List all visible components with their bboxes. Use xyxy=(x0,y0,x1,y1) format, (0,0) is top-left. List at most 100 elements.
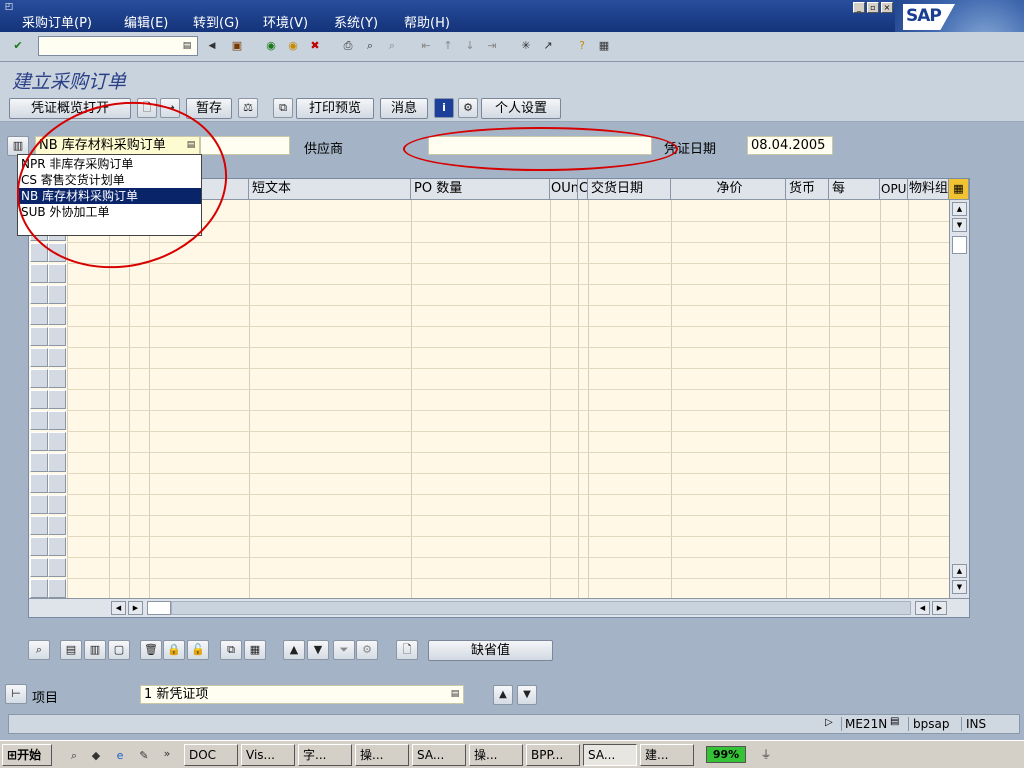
row-selector[interactable] xyxy=(30,579,48,598)
row-selector[interactable] xyxy=(30,537,48,556)
vendor-input[interactable] xyxy=(428,136,652,155)
task-zi[interactable]: 字... xyxy=(298,744,352,766)
help-icon[interactable]: ? xyxy=(573,37,591,55)
row-selector[interactable] xyxy=(30,495,48,514)
lock-icon[interactable]: 🔒 xyxy=(163,640,185,660)
first-page-icon[interactable]: ⇤ xyxy=(417,37,435,55)
new-session-icon[interactable]: ✳ xyxy=(517,37,535,55)
row-selector-secondary[interactable] xyxy=(48,348,66,367)
details-icon[interactable]: ⌕ xyxy=(28,640,50,660)
scroll-down-page-icon[interactable]: ▲ xyxy=(952,564,967,578)
document-overview-button[interactable]: 凭证概览打开 xyxy=(9,98,131,119)
net-price-column-header[interactable]: 净价 xyxy=(671,179,786,200)
dropdown-option-nb[interactable]: NB 库存材料采购订单 xyxy=(19,188,201,204)
cancel-icon[interactable]: ✖ xyxy=(306,37,324,55)
scroll-left-icon[interactable]: ◀ xyxy=(111,601,126,615)
layout-icon[interactable]: ▦ xyxy=(595,37,613,55)
menu-edit[interactable]: 编辑(E) xyxy=(124,12,168,31)
menu-goto[interactable]: 转到(G) xyxy=(193,12,239,31)
delete-icon[interactable]: 🗑 xyxy=(140,640,162,660)
other-document-icon[interactable]: ⇢ xyxy=(160,98,180,118)
select-all-icon[interactable]: ▤ xyxy=(60,640,82,660)
scroll-up-icon[interactable]: ▲ xyxy=(952,202,967,216)
row-selector[interactable] xyxy=(30,306,48,325)
row-selector[interactable] xyxy=(30,243,48,262)
unlock-icon[interactable]: 🔓 xyxy=(187,640,209,660)
row-selector[interactable] xyxy=(30,474,48,493)
task-cao-1[interactable]: 操... xyxy=(355,744,409,766)
row-selector[interactable] xyxy=(30,411,48,430)
h-scroll-track[interactable] xyxy=(171,601,911,615)
sort-ascending-icon[interactable]: ▲ xyxy=(283,640,305,660)
row-selector[interactable] xyxy=(30,558,48,577)
opu-column-header[interactable]: OPU xyxy=(880,179,908,200)
row-selector-secondary[interactable] xyxy=(48,495,66,514)
save-icon[interactable]: ▣ xyxy=(228,37,246,55)
po-quantity-column-header[interactable]: PO 数量 xyxy=(411,179,550,200)
history-dropdown-icon[interactable]: ▤ xyxy=(180,37,194,55)
task-sa-1[interactable]: SA... xyxy=(412,744,466,766)
scroll-thumb[interactable] xyxy=(952,236,967,254)
transaction-list-icon[interactable]: ▤ xyxy=(890,716,899,727)
battery-indicator[interactable]: 99% xyxy=(706,746,746,763)
dropdown-arrow-icon[interactable]: ▤ xyxy=(184,137,198,153)
check-icon[interactable]: ✔ xyxy=(9,37,27,55)
currency-column-header[interactable]: 货币 xyxy=(786,179,829,200)
check-document-icon[interactable]: ⚖ xyxy=(238,98,258,118)
order-type-dropdown[interactable]: NPR 非库存采购订单 CS 寄售交货计划单 NB 库存材料采购订单 SUB 外… xyxy=(17,154,202,236)
row-selector-secondary[interactable] xyxy=(48,579,66,598)
menu-help[interactable]: 帮助(H) xyxy=(404,12,450,31)
power-plug-icon[interactable]: ⏚ xyxy=(756,746,776,764)
item-detail-icon[interactable]: ⊢ xyxy=(5,684,27,704)
personal-settings-icon[interactable]: ⚙ xyxy=(458,98,478,118)
next-item-icon[interactable]: ▼ xyxy=(517,685,537,705)
quicklaunch-ie-icon[interactable]: e xyxy=(112,747,128,765)
menu-system[interactable]: 系统(Y) xyxy=(334,12,378,31)
row-selector-secondary[interactable] xyxy=(48,243,66,262)
next-page-icon[interactable]: ↓ xyxy=(461,37,479,55)
row-selector[interactable] xyxy=(30,348,48,367)
row-selector-secondary[interactable] xyxy=(48,432,66,451)
print-preview-icon[interactable]: ⧉ xyxy=(273,98,293,118)
row-selector-secondary[interactable] xyxy=(48,285,66,304)
row-selector[interactable] xyxy=(30,453,48,472)
row-selector[interactable] xyxy=(30,390,48,409)
per-column-header[interactable]: 每 xyxy=(829,179,880,200)
select-block-icon[interactable]: ▥ xyxy=(84,640,106,660)
quicklaunch-more-icon[interactable]: » xyxy=(160,745,174,763)
row-selector[interactable] xyxy=(30,264,48,283)
collapse-icon[interactable]: ◀ xyxy=(207,37,217,55)
find-next-icon[interactable]: ⌕ xyxy=(383,37,401,55)
order-unit-column-header[interactable]: OUn xyxy=(550,179,578,200)
back-icon[interactable]: ◉ xyxy=(262,37,280,55)
exit-icon[interactable]: ◉ xyxy=(284,37,302,55)
filter-settings-icon[interactable]: ⚙ xyxy=(356,640,378,660)
task-bpp[interactable]: BPP... xyxy=(526,744,580,766)
item-dropdown-icon[interactable]: ▤ xyxy=(448,686,462,702)
menu-environment[interactable]: 环境(V) xyxy=(263,12,308,31)
row-selector-secondary[interactable] xyxy=(48,264,66,283)
messages-button[interactable]: 消息 xyxy=(380,98,428,119)
personal-settings-button[interactable]: 个人设置 xyxy=(481,98,561,119)
row-selector-secondary[interactable] xyxy=(48,474,66,493)
prev-page-icon[interactable]: ↑ xyxy=(439,37,457,55)
status-toggle-icon[interactable]: ▷ xyxy=(825,717,833,728)
row-selector-secondary[interactable] xyxy=(48,453,66,472)
document-date-input[interactable]: 08.04.2005 xyxy=(747,136,833,155)
command-field[interactable] xyxy=(38,36,198,56)
scroll-left-step-icon[interactable]: ◀ xyxy=(915,601,930,615)
task-doc[interactable]: DOC xyxy=(184,744,238,766)
hold-button[interactable]: 暂存 xyxy=(186,98,232,119)
task-cao-2[interactable]: 操... xyxy=(469,744,523,766)
short-text-column-header[interactable]: 短文本 xyxy=(249,179,411,200)
paste-icon[interactable]: ▦ xyxy=(244,640,266,660)
row-selector-secondary[interactable] xyxy=(48,369,66,388)
print-icon[interactable]: ⎙ xyxy=(339,37,357,55)
task-jian[interactable]: 建... xyxy=(640,744,694,766)
menu-purchase-order[interactable]: 采购订单(P) xyxy=(22,12,92,31)
quicklaunch-sap-icon[interactable]: ◆ xyxy=(88,747,104,765)
table-settings-icon[interactable]: ▦ xyxy=(949,179,969,200)
row-selector-secondary[interactable] xyxy=(48,306,66,325)
copy-icon[interactable]: ⧉ xyxy=(220,640,242,660)
scroll-right-step-icon[interactable]: ▶ xyxy=(128,601,143,615)
